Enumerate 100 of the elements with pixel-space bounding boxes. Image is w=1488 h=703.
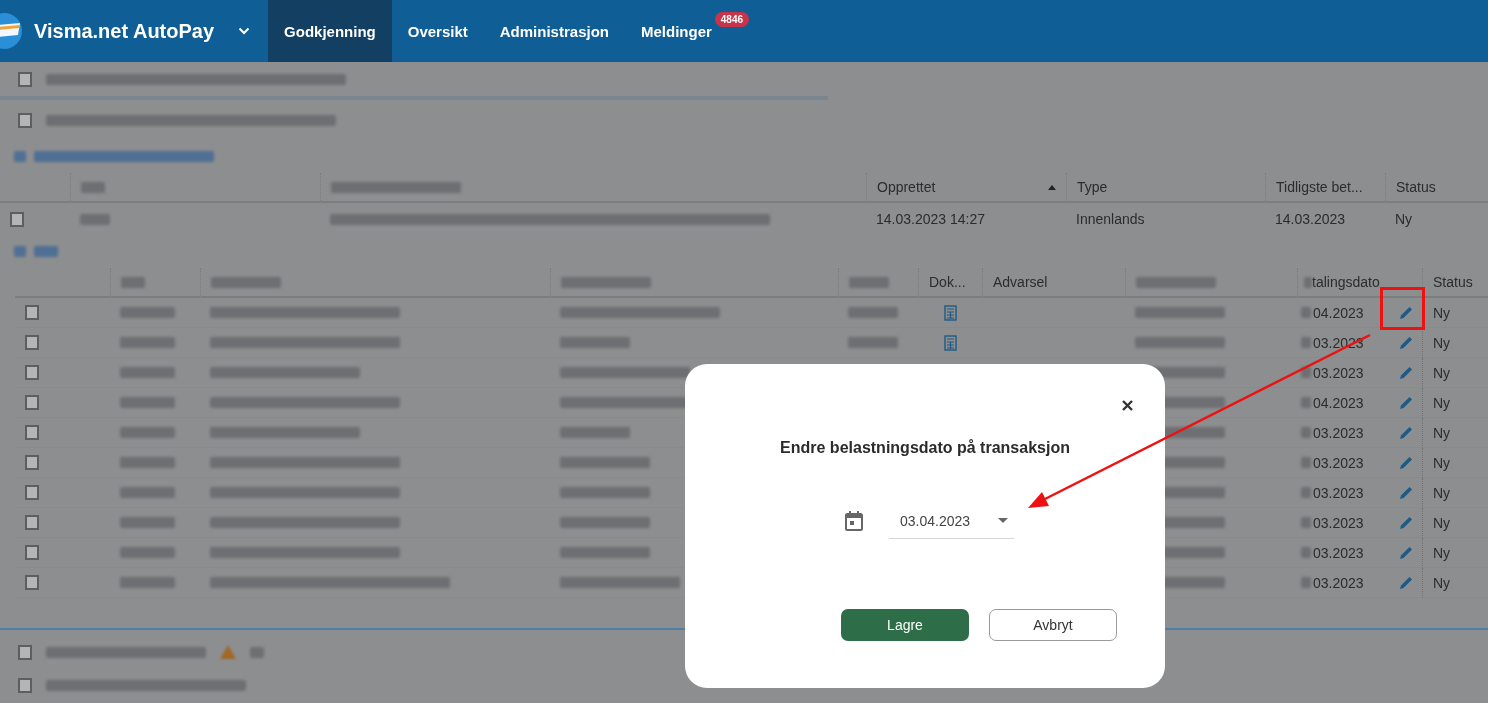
blurred-text [120, 517, 175, 528]
checkbox[interactable] [25, 395, 39, 410]
blurred-text [1301, 487, 1311, 498]
table-cell: 03.2023 [1313, 484, 1364, 501]
table-cell: 03.2023 [1313, 574, 1364, 591]
spreadsheet-icon[interactable] [943, 304, 957, 321]
nav-tab[interactable]: Godkjenning [268, 0, 392, 62]
column-header[interactable]: Dok... [929, 274, 972, 290]
blurred-text [80, 213, 110, 225]
chevron-down-icon[interactable] [238, 27, 251, 35]
blurred-text [120, 457, 175, 468]
blurred-text [120, 337, 175, 348]
nav-tab[interactable]: Administrasjon [483, 0, 625, 62]
blurred-text [1301, 547, 1311, 558]
table-cell: Ny [1433, 574, 1451, 591]
table-cell: Innenlands [1076, 211, 1145, 227]
pencil-icon[interactable] [1398, 514, 1414, 531]
pencil-icon[interactable] [1398, 394, 1414, 411]
blurred-text [120, 487, 175, 498]
blurred-text [14, 246, 26, 257]
table-cell: 04.2023 [1313, 394, 1364, 411]
app-title: Visma.net AutoPay [34, 19, 215, 43]
column-header[interactable]: talingsdato [1312, 274, 1412, 290]
checkbox[interactable] [25, 575, 39, 590]
checkbox[interactable] [25, 515, 39, 530]
nav-tab[interactable]: Oversikt [391, 0, 484, 62]
blurred-text [1301, 397, 1311, 408]
table-cell: Ny [1433, 334, 1451, 351]
calendar-icon[interactable] [845, 511, 863, 531]
checkbox[interactable] [18, 71, 32, 87]
cancel-button[interactable]: Avbryt [989, 609, 1117, 641]
blurred-text [848, 307, 898, 318]
table-cell: 14.03.2023 14:27 [876, 211, 985, 227]
sort-icon[interactable] [1048, 184, 1056, 190]
caret-down-icon[interactable] [998, 518, 1008, 523]
checkbox[interactable] [10, 211, 24, 227]
checkbox[interactable] [25, 485, 39, 500]
column-header[interactable]: Status [1396, 179, 1478, 195]
blurred-text [560, 427, 630, 438]
checkbox[interactable] [25, 305, 39, 320]
blurred-text [120, 427, 175, 438]
column-header[interactable]: Opprettet [877, 179, 1048, 195]
checkbox[interactable] [18, 678, 32, 693]
table-cell: 03.2023 [1313, 514, 1364, 531]
table-cell: 03.2023 [1313, 424, 1364, 441]
checkbox[interactable] [18, 644, 32, 660]
checkbox[interactable] [25, 545, 39, 560]
blurred-text [120, 547, 175, 558]
logo-icon [0, 13, 22, 49]
column-header[interactable]: Type [1077, 179, 1255, 195]
table-cell: Ny [1433, 484, 1451, 501]
spreadsheet-icon[interactable] [943, 334, 957, 351]
pencil-icon[interactable] [1398, 304, 1414, 321]
table-cell: 03.2023 [1313, 364, 1364, 381]
column-header[interactable]: Status [1433, 274, 1478, 290]
blurred-text [848, 337, 898, 348]
pencil-icon[interactable] [1398, 574, 1414, 591]
date-dropdown[interactable]: 03.04.2023 [889, 503, 1014, 539]
pencil-icon[interactable] [1398, 544, 1414, 561]
table-cell: Ny [1395, 211, 1413, 227]
blurred-text [1301, 577, 1311, 588]
pencil-icon[interactable] [1398, 364, 1414, 381]
table-cell: Ny [1433, 544, 1451, 561]
highlight-box [1380, 287, 1425, 330]
pencil-icon[interactable] [1398, 484, 1414, 501]
warning-icon [220, 645, 236, 659]
table-cell: 03.2023 [1313, 454, 1364, 471]
blurred-text [849, 276, 889, 288]
pencil-icon[interactable] [1398, 454, 1414, 471]
checkbox[interactable] [25, 365, 39, 380]
blurred-text [34, 246, 58, 257]
blurred-text [1301, 457, 1311, 468]
column-header[interactable]: Tidligste bet... [1276, 179, 1375, 195]
save-button[interactable]: Lagre [841, 609, 969, 641]
dialog-title: Endre belastningsdato på transaksjon [779, 439, 1071, 457]
table-cell: 14.03.2023 [1275, 211, 1346, 227]
checkbox[interactable] [25, 455, 39, 470]
blurred-text [120, 307, 175, 318]
blurred-text [120, 577, 175, 588]
blurred-text [211, 276, 281, 288]
checkbox[interactable] [18, 112, 32, 128]
table-cell: 04.2023 [1313, 304, 1364, 321]
count-badge: 4846 [714, 12, 750, 27]
pencil-icon[interactable] [1398, 334, 1414, 351]
blurred-text [81, 181, 105, 193]
blurred-text [250, 646, 264, 658]
checkbox[interactable] [25, 335, 39, 350]
table-cell: Ny [1433, 514, 1451, 531]
table-cell: Ny [1433, 424, 1451, 441]
checkbox[interactable] [25, 425, 39, 440]
pencil-icon[interactable] [1398, 424, 1414, 441]
table-cell: Ny [1433, 364, 1451, 381]
column-header[interactable]: Advarsel [993, 274, 1115, 290]
blurred-text [1301, 367, 1311, 378]
blurred-text [120, 367, 175, 378]
blurred-text [1301, 307, 1311, 318]
blurred-text [1301, 337, 1311, 348]
blurred-text [121, 276, 145, 288]
blurred-text [14, 151, 26, 162]
blurred-text [1304, 276, 1312, 288]
